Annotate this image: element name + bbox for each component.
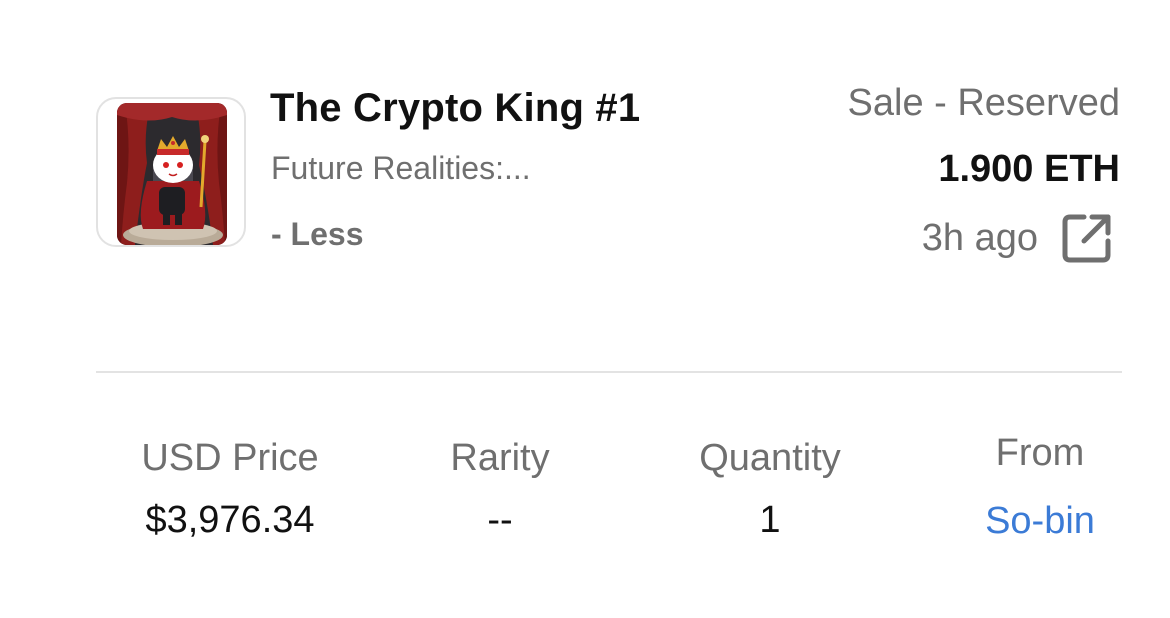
usd-price-label: USD Price xyxy=(141,437,319,479)
from-label: From xyxy=(995,432,1085,474)
eth-price: 1.900 ETH xyxy=(938,148,1120,190)
seller-link[interactable]: So-bin xyxy=(950,499,1130,543)
rarity-label: Rarity xyxy=(450,437,550,479)
from-stat: From So-bin xyxy=(950,431,1130,543)
rarity-value: -- xyxy=(487,499,513,541)
section-divider xyxy=(96,371,1122,373)
show-less-toggle[interactable]: - Less xyxy=(271,216,363,253)
crypto-king-avatar-image xyxy=(117,103,227,245)
quantity-label: Quantity xyxy=(699,437,841,479)
nft-title[interactable]: The Crypto King #1 xyxy=(270,86,640,131)
quantity-stat: Quantity 1 xyxy=(660,436,880,542)
usd-price-stat: USD Price $3,976.34 xyxy=(120,436,340,542)
time-ago-label: 3h ago xyxy=(921,216,1038,259)
usd-price-value: $3,976.34 xyxy=(145,499,315,541)
collection-name[interactable]: Future Realities:... xyxy=(271,150,531,187)
sale-type-label: Sale - Reserved xyxy=(847,82,1120,124)
external-link-icon[interactable] xyxy=(1060,211,1114,265)
timestamp-row: 3h ago xyxy=(922,208,1114,268)
nft-thumbnail[interactable] xyxy=(96,97,246,247)
quantity-value: 1 xyxy=(759,499,781,541)
rarity-stat: Rarity -- xyxy=(420,436,580,542)
